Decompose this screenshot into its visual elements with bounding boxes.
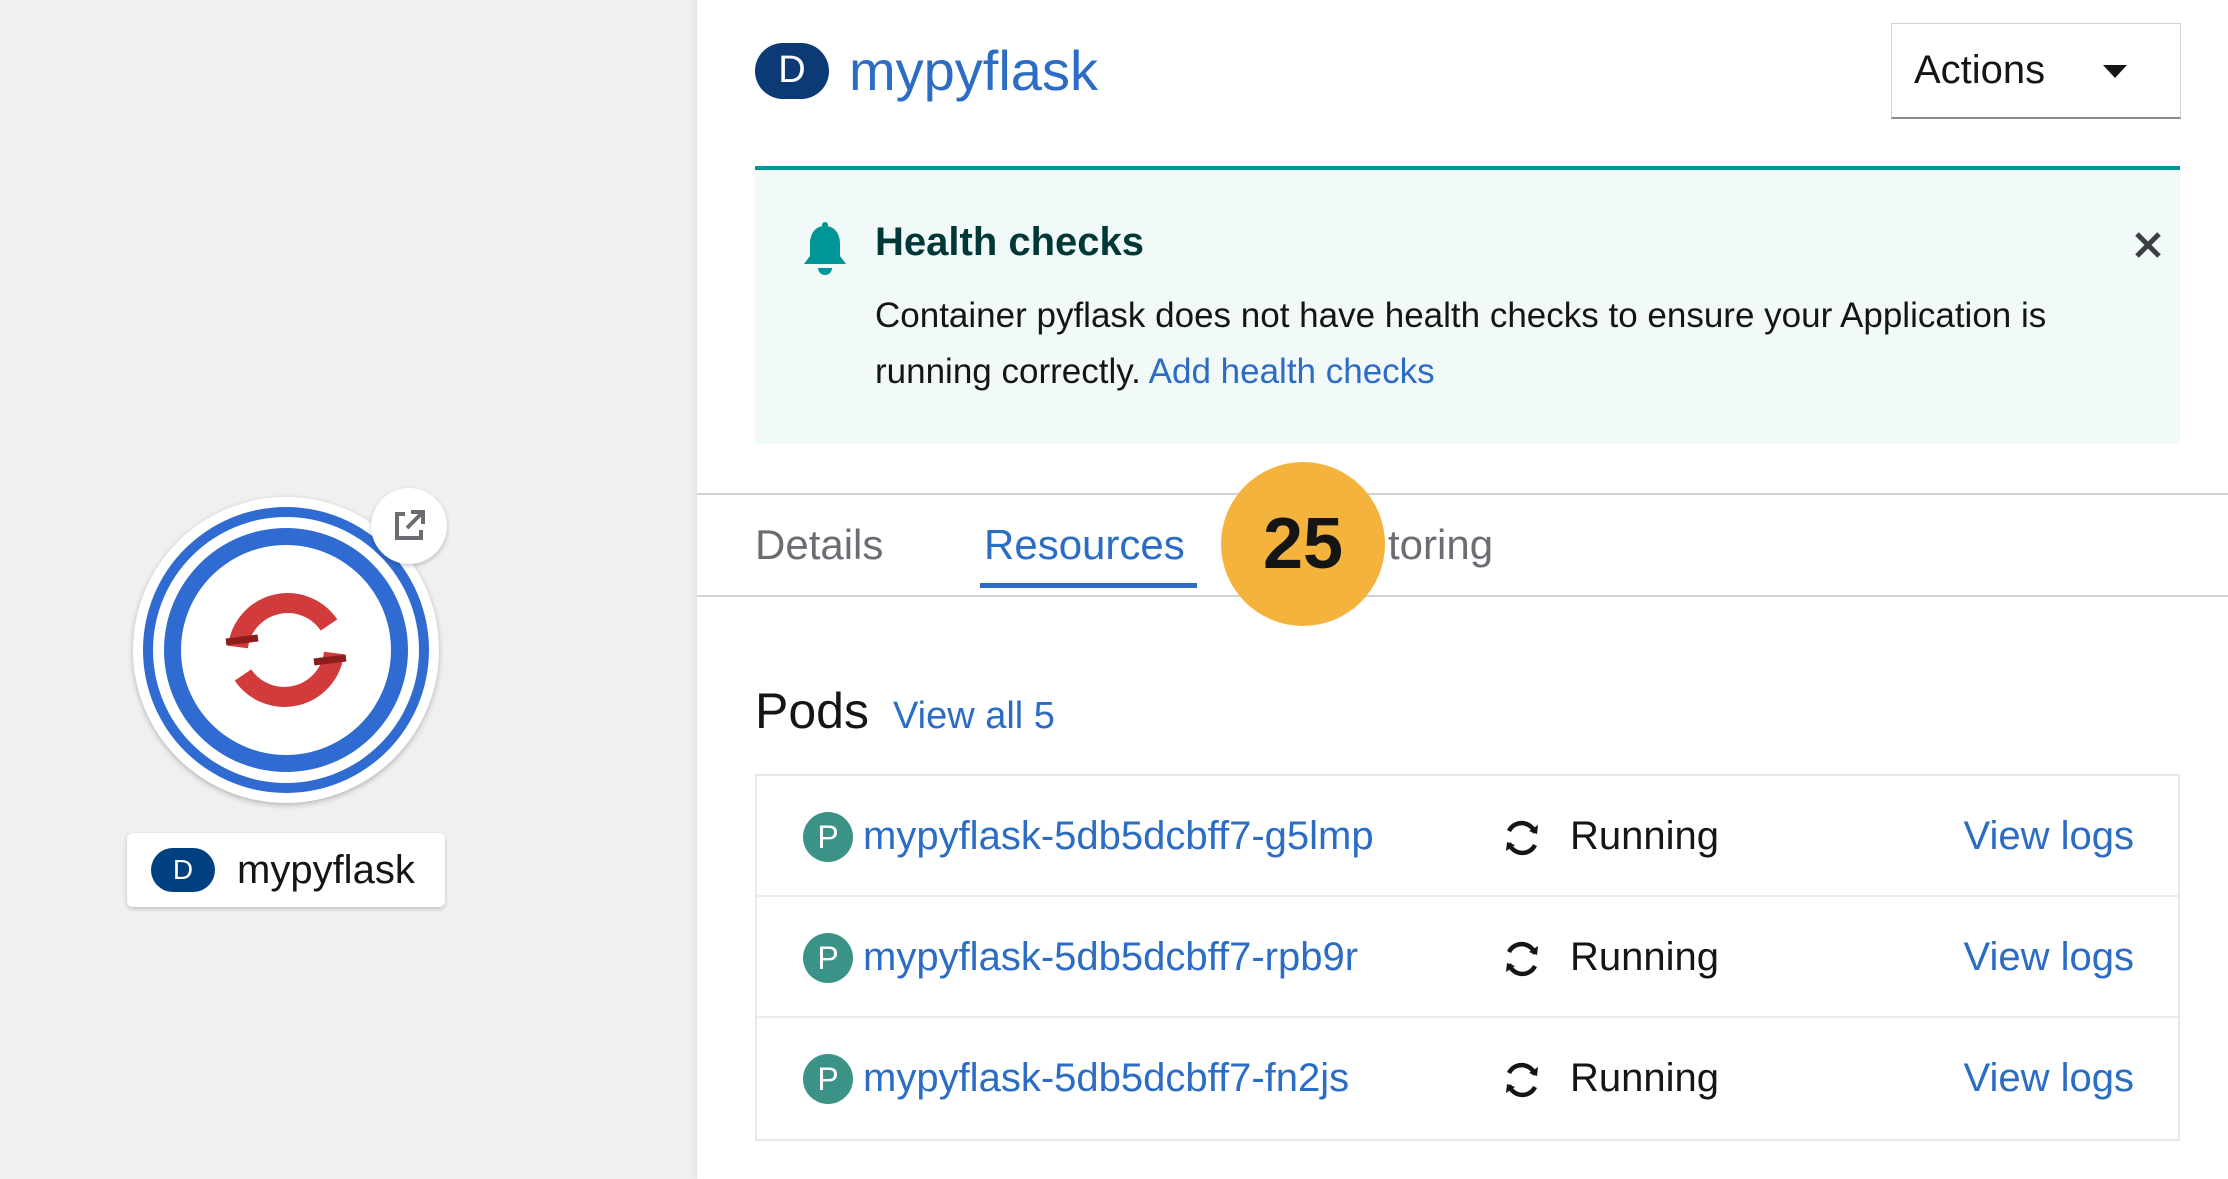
tab-bar: Details Resources toring [697,493,2228,597]
tab-details[interactable]: Details [755,521,883,569]
pod-name-link[interactable]: mypyflask-5db5dcbff7-rpb9r [863,935,1358,980]
pod-row: P mypyflask-5db5dcbff7-g5lmp Running Vie… [757,776,2178,897]
pod-badge: P [803,1054,853,1104]
open-url-button[interactable] [371,488,447,564]
actions-label: Actions [1914,48,2046,92]
add-health-checks-link[interactable]: Add health checks [1149,352,1435,391]
view-logs-link[interactable]: View logs [1964,1056,2134,1101]
alert-message: Container pyflask does not have health c… [875,296,2047,391]
bell-icon [804,222,846,275]
sync-icon [1506,1062,1538,1098]
step-number-badge: 25 [1221,462,1385,626]
alert-body: Container pyflask does not have health c… [875,288,2155,400]
pod-list: P mypyflask-5db5dcbff7-g5lmp Running Vie… [755,774,2180,1141]
side-panel: D mypyflask Actions Health checks Contai… [697,0,2228,1179]
alert-title: Health checks [875,220,1145,264]
view-logs-link[interactable]: View logs [1964,935,2134,980]
node-label-text: mypyflask [237,847,415,892]
pod-status: Running [1570,814,1720,858]
view-all-pods-link[interactable]: View all 5 [893,695,1055,738]
pods-section-heading: Pods View all 5 [755,682,1055,740]
node-label[interactable]: D mypyflask [127,833,445,907]
pod-row: P mypyflask-5db5dcbff7-rpb9r Running Vie… [757,897,2178,1018]
tab-resources[interactable]: Resources [984,521,1185,569]
view-logs-link[interactable]: View logs [1964,814,2134,859]
sync-icon [1506,820,1538,856]
external-link-icon [395,510,425,540]
caret-down-icon [2103,65,2127,78]
pod-name-link[interactable]: mypyflask-5db5dcbff7-g5lmp [863,814,1374,859]
tab-monitoring[interactable]: toring [1388,521,1493,569]
actions-dropdown[interactable]: Actions [1891,23,2181,119]
resource-title[interactable]: mypyflask [849,38,1098,103]
close-icon[interactable] [2133,230,2163,260]
pod-status: Running [1570,935,1720,979]
pods-heading: Pods [755,683,869,739]
pod-status: Running [1570,1056,1720,1100]
pod-badge: P [803,933,853,983]
pod-row: P mypyflask-5db5dcbff7-fn2js Running Vie… [757,1018,2178,1139]
panel-header: D mypyflask [755,38,1098,103]
pod-badge: P [803,812,853,862]
deployment-badge: D [151,848,215,892]
topology-canvas[interactable]: D mypyflask [0,0,697,1179]
active-tab-indicator [980,583,1197,588]
health-checks-alert: Health checks Container pyflask does not… [755,166,2180,444]
sync-icon [1506,941,1538,977]
pod-name-link[interactable]: mypyflask-5db5dcbff7-fn2js [863,1056,1349,1101]
deployment-badge: D [755,42,829,99]
